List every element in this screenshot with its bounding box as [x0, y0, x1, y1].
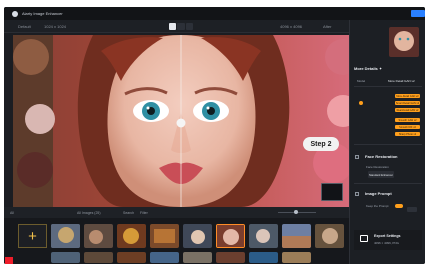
thumbnail-8[interactable]	[282, 224, 311, 248]
app-logo-icon	[12, 10, 18, 17]
thumbnail-9[interactable]	[315, 224, 344, 248]
corner-marker	[5, 257, 13, 264]
model-chip-smart-detail[interactable]: Smart Detail GAN v2	[395, 101, 420, 105]
thumbnail-image	[282, 224, 311, 248]
thumbnail-13[interactable]	[150, 252, 179, 263]
all-images-tab[interactable]: All Images (25)	[77, 211, 101, 215]
model-chip-smooth-dif[interactable]: Smooth DIF v2	[395, 125, 420, 129]
thumbnail-image	[150, 224, 179, 248]
thumbnail-16[interactable]	[249, 252, 278, 263]
face-restoration-checkbox[interactable]	[355, 155, 359, 159]
split-view-button[interactable]	[169, 23, 177, 30]
search-link[interactable]: Search	[123, 211, 134, 215]
keep-prompt-toggle[interactable]	[395, 204, 403, 208]
default-mode-label[interactable]: Default	[18, 24, 31, 29]
plus-icon: +	[28, 227, 37, 245]
image-list-toolbar: All All Images (25) Search Filter	[4, 207, 349, 218]
model-chip-more-detail[interactable]: More-Detail GAN v2	[395, 94, 420, 98]
selected-image-thumbnail	[389, 27, 419, 57]
filter-all-tab[interactable]: All	[10, 211, 14, 215]
thumbnail-14[interactable]	[183, 252, 212, 263]
panel-separator	[354, 144, 422, 145]
thumbnail-image	[117, 224, 146, 248]
output-size-label: 4096 x 4096	[280, 24, 303, 29]
model-chip-smooth-gan[interactable]: Smooth GAN v2	[395, 118, 420, 122]
thumbnail-3[interactable]	[117, 224, 146, 248]
panel-separator	[354, 86, 422, 87]
thumbnail-4[interactable]	[150, 224, 179, 248]
single-view-button[interactable]	[185, 23, 193, 30]
prompt-save-button[interactable]	[407, 207, 417, 212]
add-image-button[interactable]: +	[18, 224, 47, 248]
image-prompt-checkbox[interactable]	[355, 192, 359, 196]
app-window: Aiarty Image Enhancer Default 1024 x 102…	[4, 7, 425, 264]
face-restoration-mode-dropdown[interactable]: Standard Enhancer	[368, 171, 394, 178]
thumbnail-10[interactable]	[51, 252, 80, 263]
image-prompt-heading: Image Prompt	[365, 191, 392, 196]
export-settings-heading: Export Settings	[374, 234, 401, 238]
model-label: Model	[357, 79, 366, 83]
model-value[interactable]: More Detail GAN v2	[388, 79, 415, 83]
model-chip-sharp-photo[interactable]: Sharp Photo v2	[395, 132, 420, 136]
thumbnail-size-slider-knob[interactable]	[294, 210, 298, 214]
thumbnail-6-selected[interactable]	[216, 224, 245, 248]
thumbnail-17[interactable]	[282, 252, 311, 263]
image-preview-canvas[interactable]: Step 2	[13, 35, 349, 207]
image-filmstrip: +	[4, 218, 349, 264]
app-title: Aiarty Image Enhancer	[22, 11, 63, 16]
thumbnail-7[interactable]	[249, 224, 278, 248]
filter-link[interactable]: Filter	[140, 211, 148, 215]
title-bar: Aiarty Image Enhancer	[4, 7, 425, 20]
after-label: After	[323, 24, 332, 29]
thumbnail-2[interactable]	[84, 224, 113, 248]
model-radio-selected[interactable]	[359, 101, 363, 105]
export-icon	[360, 235, 368, 242]
face-restoration-heading: Face Restoration	[365, 154, 398, 159]
thumbnail-11[interactable]	[84, 252, 113, 263]
view-mode-toggle[interactable]	[169, 23, 193, 30]
selected-image-preview	[389, 27, 419, 57]
thumbnail-image	[217, 225, 244, 247]
thumbnail-image	[183, 224, 212, 248]
compare-toolbar: Default 1024 x 1024 4096 x 4096 After	[4, 20, 349, 33]
keep-prompt-label: Keep the Prompt	[366, 204, 389, 208]
thumbnail-12[interactable]	[117, 252, 146, 263]
thumbnail-image	[84, 224, 113, 248]
step-2-badge: Step 2	[303, 137, 339, 151]
thumbnail-image	[315, 224, 344, 248]
more-details-heading: More Details ✦	[354, 66, 383, 71]
thumbnail-image	[51, 224, 80, 248]
thumbnail-5[interactable]	[183, 224, 212, 248]
thumbnail-image	[249, 224, 278, 248]
model-chip-real-detail[interactable]: Real-Detail GAN v2	[395, 108, 420, 112]
thumbnail-1[interactable]	[51, 224, 80, 248]
title-action-button[interactable]	[411, 10, 425, 17]
thumbnail-15[interactable]	[216, 252, 245, 263]
settings-panel: More Details ✦ Model More Detail GAN v2 …	[349, 20, 425, 264]
zoom-navigator[interactable]	[321, 183, 343, 201]
divider-handle	[176, 118, 186, 128]
portrait-preview	[13, 35, 349, 207]
face-restoration-option: Face Restoration	[366, 165, 389, 169]
side-by-side-button[interactable]	[177, 23, 185, 30]
thumbnail-size-slider[interactable]	[278, 210, 316, 214]
input-size-label: 1024 x 1024	[44, 24, 67, 29]
export-settings-value: 4096 × 4096, PNG	[374, 241, 399, 245]
panel-separator	[354, 183, 422, 184]
